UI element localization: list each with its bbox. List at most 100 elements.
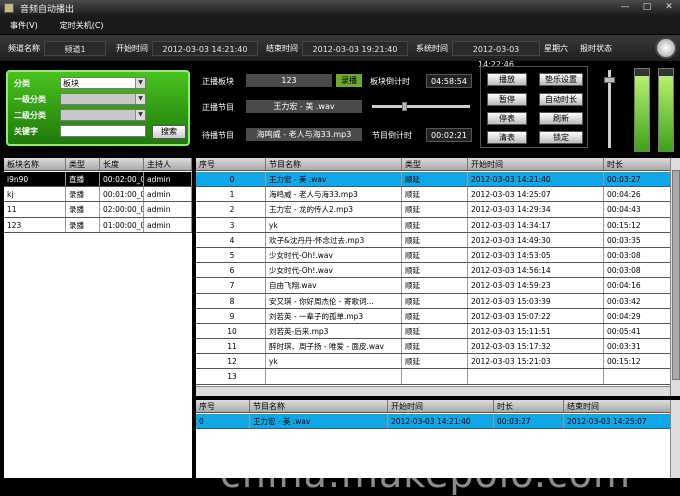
col-board-host[interactable]: 主持人 <box>144 158 192 170</box>
progress-track <box>372 105 470 108</box>
menu-timed-shutdown[interactable]: 定时关机(C) <box>60 20 104 31</box>
playlist-row-cell: 顺延 <box>402 232 468 247</box>
playlist-row-cell: 顺延 <box>402 263 468 278</box>
playlist-row-cell <box>266 369 402 384</box>
playlist-row[interactable]: 11 醉时琪、周子扬 - 唯爱 - 面皮.wav 顺延 2012-03-03 15:1… <box>196 339 672 355</box>
col-history-name[interactable]: 节目名称 <box>250 400 388 412</box>
chevron-down-icon: ▼ <box>135 78 145 88</box>
playlist-row[interactable]: 1 海鸣威 - 老人与海33.mp3 顺延 2012-03-03 14:25:07 00… <box>196 187 672 203</box>
playlist-row[interactable]: 3 yk 顺延 2012-03-03 14:34:17 00:15:12 <box>196 217 672 233</box>
keyword-input[interactable] <box>60 125 146 137</box>
playlist-vscrollbar[interactable] <box>670 158 680 396</box>
history-vscrollbar[interactable] <box>670 400 680 478</box>
playlist-row[interactable]: 6 少女时代-Oh!.wav 顺延 2012-03-03 14:56:14 00:03:… <box>196 263 672 279</box>
menu-event[interactable]: 事件(V) <box>10 20 38 31</box>
playlist-row-cell: 00:03:42 <box>604 293 672 308</box>
playlist-row[interactable]: 4 欢子&沈丹丹-怀念过去.mp3 顺延 2012-03-03 14:49:30 00:… <box>196 232 672 248</box>
board-type-badge: 录播 <box>336 74 362 87</box>
playlist-row[interactable]: 8 安又琪 - 你好周杰伦 - 寄歌词... 顺延 2012-03-03 15:03:… <box>196 293 672 309</box>
playlist-row-cell: yk <box>266 354 402 369</box>
playlist-row-cell: 醉时琪、周子扬 - 唯爱 - 面皮.wav <box>266 339 402 354</box>
filter-panel: 分类 板块 ▼ 一级分类 ▼ 二级分类 ▼ 关键字 搜索 <box>6 70 190 146</box>
close-button[interactable]: ✕ <box>662 2 676 12</box>
search-button[interactable]: 搜索 <box>152 125 186 139</box>
progress-thumb[interactable] <box>401 102 407 111</box>
clear-button[interactable]: 清表 <box>487 131 527 144</box>
maximize-button[interactable]: □ <box>640 2 654 12</box>
playlist-row[interactable]: 5 少女时代-Oh!.wav 顺延 2012-03-03 14:53:05 00:03:… <box>196 247 672 264</box>
col-board-length[interactable]: 长度 <box>100 158 144 170</box>
board-row-cell: kj <box>4 187 66 202</box>
progress-slider[interactable] <box>372 102 470 111</box>
pause-button[interactable]: 暂停 <box>487 93 527 106</box>
col-history-start[interactable]: 开始时间 <box>388 400 494 412</box>
col-board-name[interactable]: 板块名称 <box>4 158 66 170</box>
playlist-row[interactable]: 13 <box>196 369 672 385</box>
col-index[interactable]: 序号 <box>196 158 266 170</box>
chevron-down-icon: ▼ <box>135 110 145 120</box>
col-start-time[interactable]: 开始时间 <box>468 158 604 170</box>
end-time-label: 结束时间 <box>266 43 298 53</box>
playlist-row-cell: 顺延 <box>402 308 468 323</box>
bgm-settings-button[interactable]: 垫乐设置 <box>539 73 583 86</box>
board-row[interactable]: 11 录播 02:00:00_0 admin <box>4 202 192 218</box>
board-row-cell: 01:00:00_0 <box>100 217 144 232</box>
playlist-row-cell: 顺延 <box>402 323 468 339</box>
volume-thumb[interactable] <box>604 77 615 84</box>
playlist-row[interactable]: 10 刘若英-后来.mp3 顺延 2012-03-03 15:11:51 00:05:4… <box>196 323 672 340</box>
col-type[interactable]: 类型 <box>402 158 468 170</box>
lock-button[interactable]: 锁定 <box>539 131 583 144</box>
refresh-button[interactable]: 刷新 <box>539 112 583 125</box>
minimize-button[interactable]: — <box>618 2 632 12</box>
playlist-row-cell: yk <box>266 217 402 232</box>
col-duration[interactable]: 时长 <box>604 158 672 170</box>
playlist-row-cell: 6 <box>196 263 266 278</box>
play-button[interactable]: 播放 <box>487 73 527 86</box>
auto-duration-button[interactable]: 自动时长 <box>539 93 583 106</box>
level1-select[interactable]: ▼ <box>60 93 146 105</box>
playlist-row-cell: 2012-03-03 14:56:14 <box>468 263 604 278</box>
board-row[interactable]: 123 录播 01:00:00_0 admin <box>4 217 192 233</box>
stop-button[interactable]: 停表 <box>487 112 527 125</box>
board-row[interactable]: kj 录播 00:01:00_0 admin <box>4 187 192 203</box>
playlist-row[interactable]: 12 yk 顺延 2012-03-03 15:21:03 00:15:12 <box>196 354 672 370</box>
col-board-type[interactable]: 类型 <box>66 158 100 170</box>
col-history-end[interactable]: 结束时间 <box>564 400 672 412</box>
volume-slider[interactable] <box>604 70 615 150</box>
playlist-row-cell: 顺延 <box>402 217 468 232</box>
playlist-row[interactable]: 7 自由飞翔.wav 顺延 2012-03-03 14:59:23 00:04:16 <box>196 278 672 294</box>
col-program-name[interactable]: 节目名称 <box>266 158 402 170</box>
level-meter-left-fill <box>635 75 649 151</box>
clock-status-icon[interactable] <box>655 37 677 59</box>
playlist-scroll-thumb[interactable] <box>672 170 680 380</box>
board-table-body: i9n90 直播 00:02:00_0 admin kj 录播 00:01:00_0 admi… <box>4 172 192 233</box>
level2-label: 二级分类 <box>14 110 46 120</box>
playlist-row[interactable]: 2 王力宏 - 龙的传人2.mp3 顺延 2012-03-03 14:29:34 00:… <box>196 202 672 218</box>
playlist-row-cell: 2012-03-03 14:29:34 <box>468 202 604 217</box>
playlist-row-cell <box>468 369 604 384</box>
playlist-row[interactable]: 0 王力宏 - 美 .wav 顺延 2012-03-03 14:21:40 00:03:… <box>196 172 672 188</box>
board-label: 正播板块 <box>202 77 234 86</box>
playlist-row-cell: 顺延 <box>402 339 468 354</box>
level2-select[interactable]: ▼ <box>60 109 146 121</box>
level-meter-right <box>658 68 674 152</box>
playlist-row-cell: 2012-03-03 15:11:51 <box>468 323 604 339</box>
playlist-row-cell: 2012-03-03 14:53:05 <box>468 247 604 263</box>
playlist-row-cell: 2012-03-03 14:25:07 <box>468 187 604 202</box>
col-history-index[interactable]: 序号 <box>196 400 250 412</box>
playlist-row-cell: 3 <box>196 217 266 232</box>
category-select[interactable]: 板块 ▼ <box>60 77 146 89</box>
playlist-hscrollbar[interactable] <box>196 386 670 396</box>
board-row[interactable]: i9n90 直播 00:02:00_0 admin <box>4 172 192 188</box>
history-row[interactable]: 0 王力宏 - 美 .wav 2012-03-03 14:21:40 00:03:27… <box>196 414 672 430</box>
control-panel: 播放 暂停 停表 清表 垫乐设置 自动时长 刷新 锁定 <box>480 66 588 148</box>
col-history-duration[interactable]: 时长 <box>494 400 564 412</box>
history-row-cell: 2012-03-03 14:25:07 <box>564 414 672 429</box>
playlist-row[interactable]: 9 刘若英 - 一辈子的孤单.mp3 顺延 2012-03-03 15:07:22 00… <box>196 308 672 324</box>
history-header: 序号 节目名称 开始时间 时长 结束时间 <box>196 400 672 413</box>
playlist-row-cell: 2012-03-03 14:49:30 <box>468 232 604 247</box>
playlist-body: 0 王力宏 - 美 .wav 顺延 2012-03-03 14:21:40 00:03:… <box>196 172 672 386</box>
level-meter-right-fill <box>659 75 673 151</box>
history-body: 0 王力宏 - 美 .wav 2012-03-03 14:21:40 00:03:27… <box>196 414 672 430</box>
board-row-cell: 录播 <box>66 202 100 217</box>
